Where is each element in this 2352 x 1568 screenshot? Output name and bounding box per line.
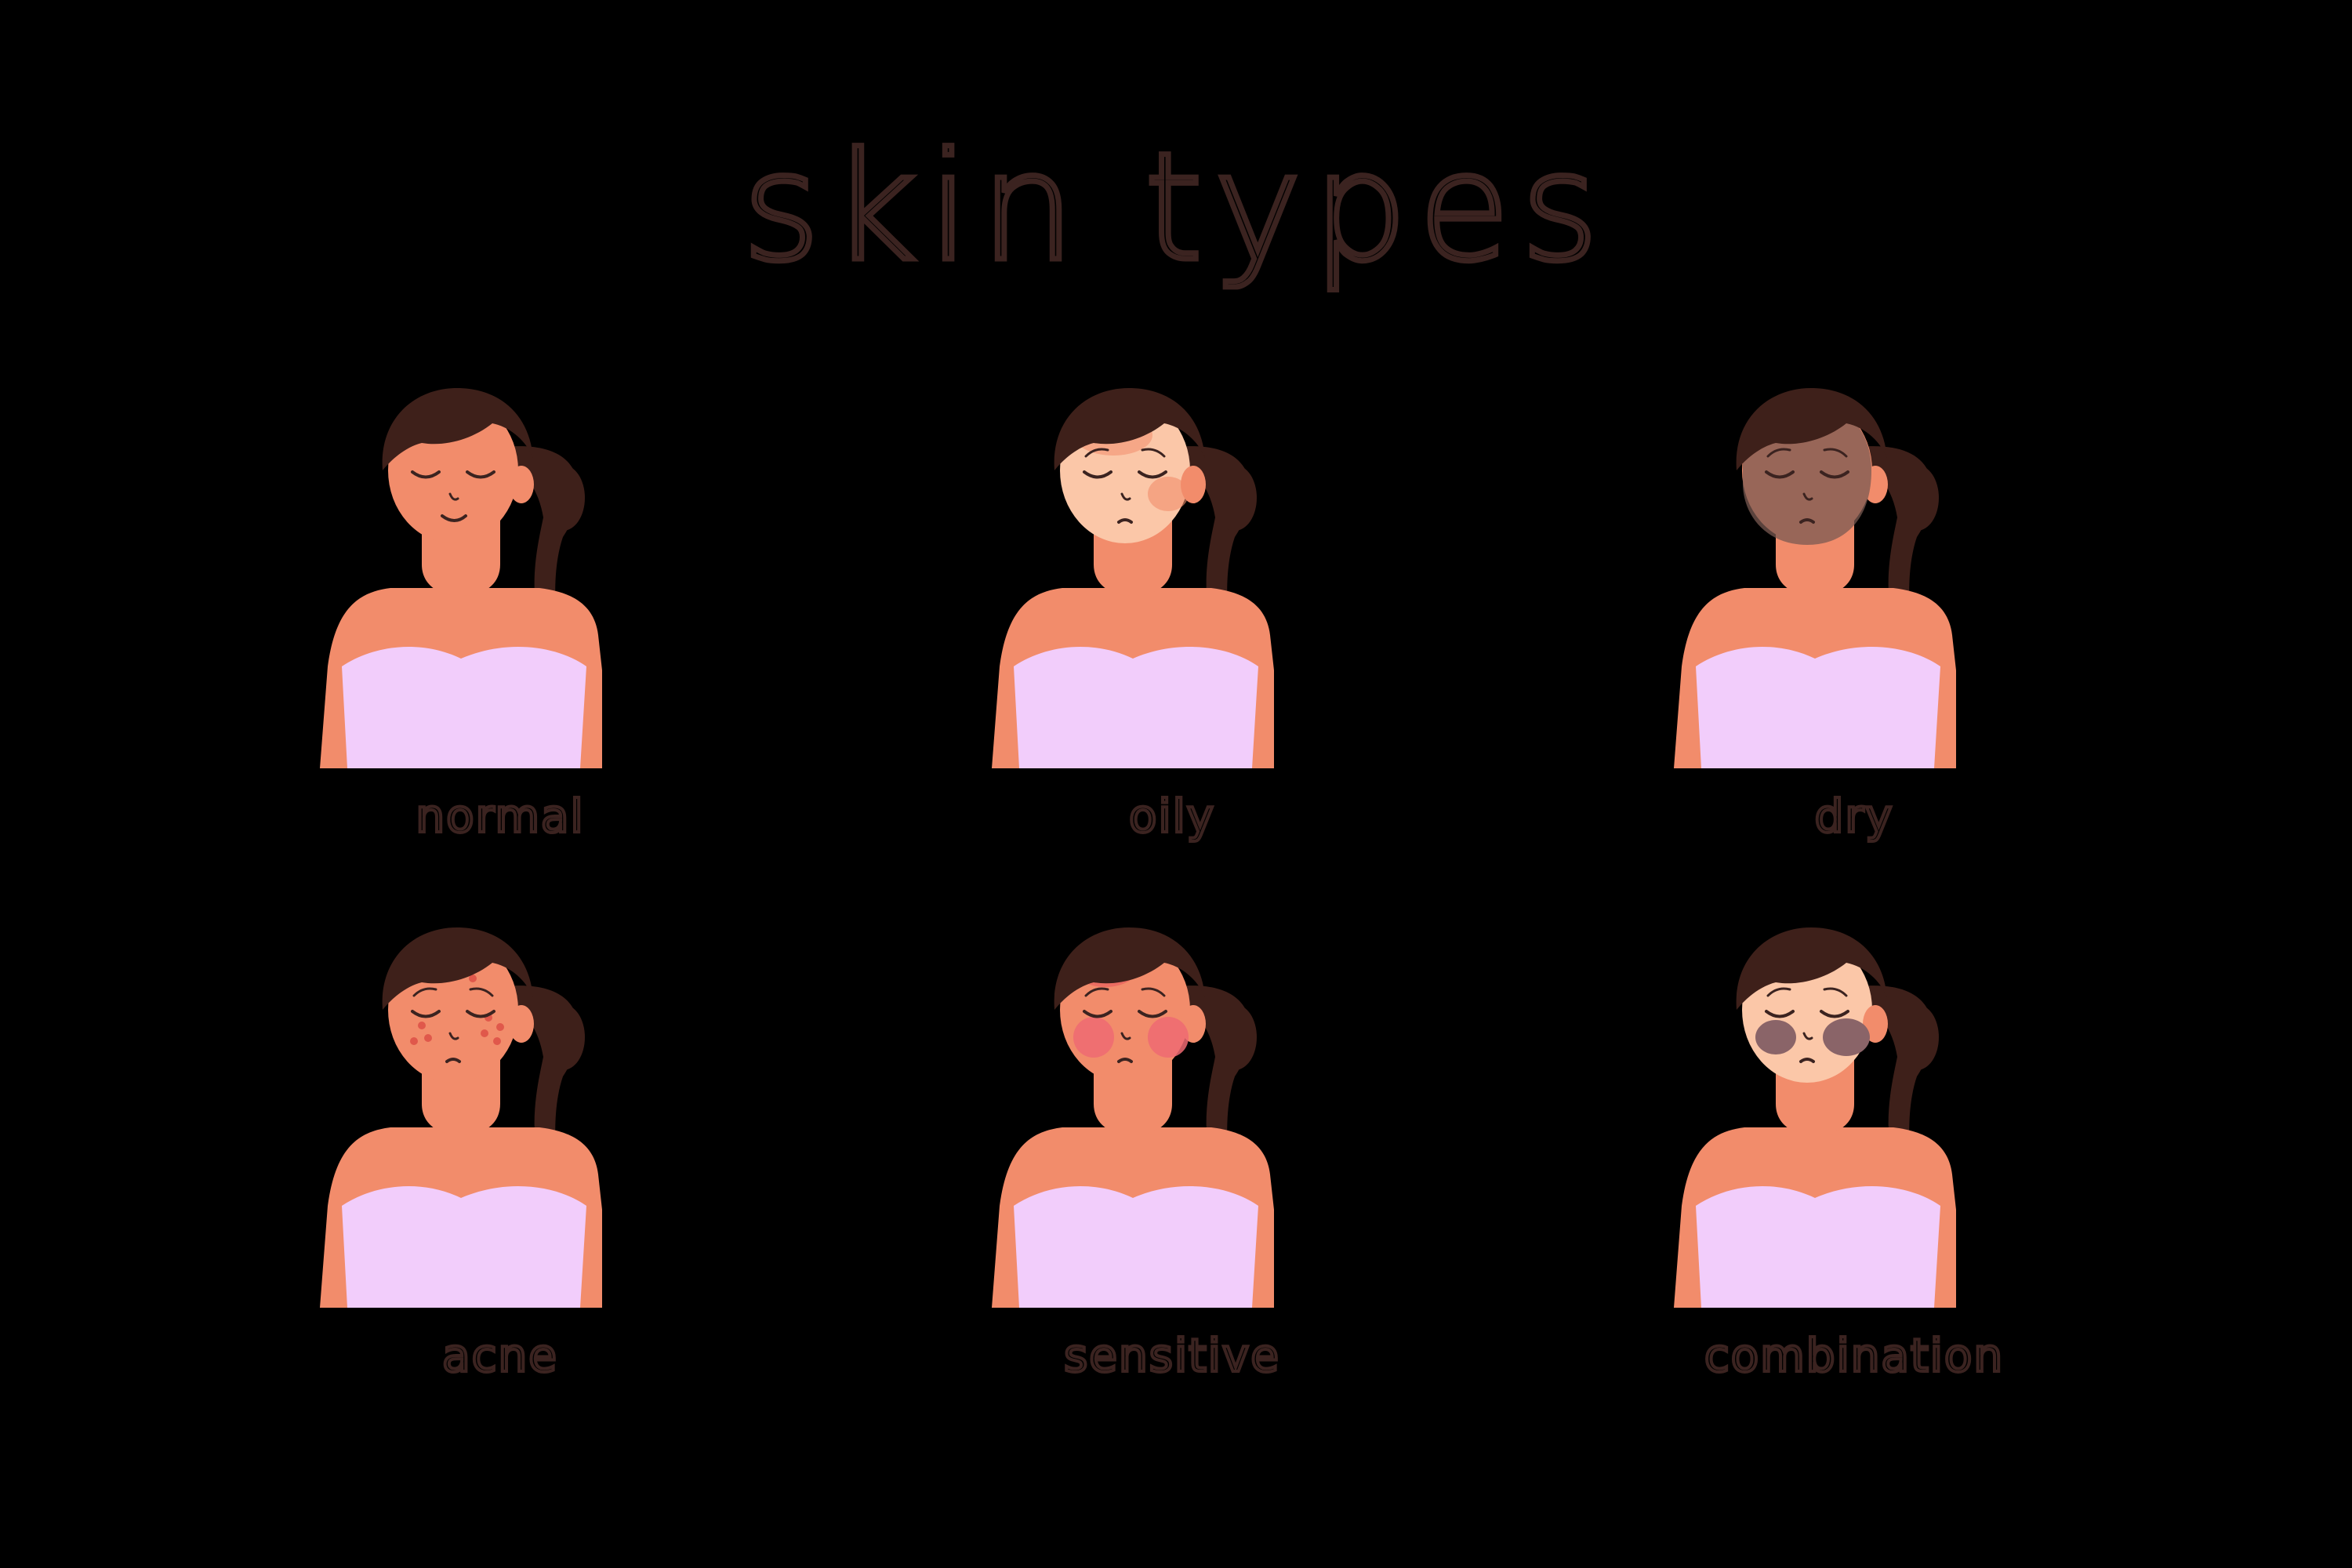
ear-shape	[509, 1005, 534, 1043]
woman-portrait-normal	[320, 388, 602, 768]
ponytail-tie-shape	[541, 465, 585, 531]
portrait-card-oily: oily	[976, 368, 1368, 870]
strapless-top-shape	[1696, 1186, 1940, 1308]
oily-cheek-shape	[1148, 477, 1189, 511]
ponytail-tie-shape	[1895, 1004, 1939, 1070]
combination-cheek-left-shape	[1755, 1020, 1796, 1054]
acne-spot-shape	[481, 1029, 488, 1037]
strapless-top-shape	[342, 647, 586, 768]
ponytail-tie-shape	[1895, 465, 1939, 531]
portrait-grid: normal oily dry acne sensitive combinati…	[0, 0, 2352, 1568]
portrait-card-acne: acne	[304, 908, 696, 1410]
acne-spot-shape	[418, 1022, 426, 1029]
acne-spot-shape	[496, 1023, 504, 1031]
portrait-card-sensitive: sensitive	[976, 908, 1368, 1410]
sensitive-cheek-left-shape	[1073, 1017, 1114, 1058]
portrait-card-combination: combination	[1658, 908, 2050, 1410]
ear-shape	[509, 466, 534, 503]
woman-portrait-dry	[1674, 388, 1956, 768]
acne-spot-shape	[410, 1037, 418, 1045]
strapless-top-shape	[1014, 647, 1258, 768]
acne-spot-shape	[424, 1034, 432, 1042]
skin-type-label-oily: oily	[1127, 789, 1216, 843]
skin-type-label-normal: normal	[414, 789, 585, 843]
strapless-top-shape	[1696, 647, 1940, 768]
skin-type-label-acne: acne	[441, 1329, 558, 1382]
woman-portrait-oily	[992, 388, 1274, 768]
combination-cheek-right-shape	[1823, 1018, 1870, 1056]
ponytail-tie-shape	[541, 1004, 585, 1070]
skin-type-label-dry: dry	[1813, 789, 1894, 843]
portrait-card-dry: dry	[1658, 368, 2050, 870]
ponytail-tie-shape	[1213, 1004, 1257, 1070]
woman-portrait-acne	[320, 927, 602, 1308]
woman-portrait-sensitive	[992, 927, 1274, 1308]
skin-type-label-combination: combination	[1703, 1329, 2005, 1382]
skin-type-label-sensitive: sensitive	[1062, 1329, 1280, 1382]
sensitive-cheek-right-shape	[1148, 1017, 1189, 1058]
ponytail-tie-shape	[1213, 465, 1257, 531]
strapless-top-shape	[1014, 1186, 1258, 1308]
acne-spot-shape	[493, 1037, 501, 1045]
portrait-card-normal: normal	[304, 368, 696, 870]
woman-portrait-combination	[1674, 927, 1956, 1308]
strapless-top-shape	[342, 1186, 586, 1308]
